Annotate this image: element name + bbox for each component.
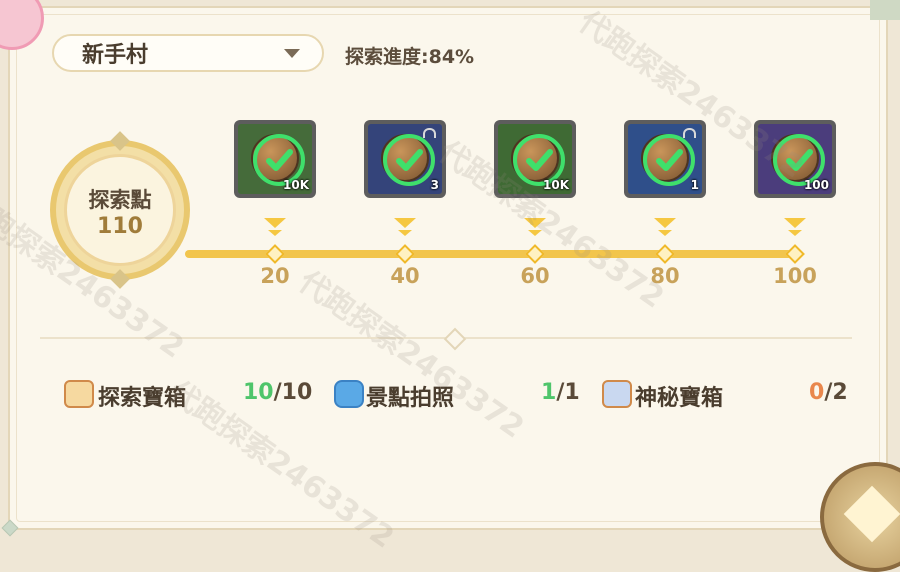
chevron-down-icon (284, 49, 300, 58)
camera-icon (334, 380, 364, 408)
mystery-chest-icon (602, 380, 632, 408)
reward-item-icon: 3 (368, 124, 442, 194)
milestone-arrow-icon (654, 218, 676, 228)
milestone-arrow-icon (658, 230, 672, 236)
claimed-check-icon (383, 134, 435, 186)
reward-item-icon: 10K (238, 124, 312, 194)
milestone-arrow-icon (784, 218, 806, 228)
exploration-points-medal: 探索點 110 (50, 131, 190, 289)
milestone-label: 40 (390, 264, 420, 288)
area-dropdown-label: 新手村 (82, 43, 149, 68)
stat-current-chests: 10 (243, 380, 274, 405)
stat-label-mystery: 神秘寶箱 (635, 386, 724, 411)
milestone-label: 100 (773, 264, 817, 288)
corner-ornament-bottom-left (1, 519, 19, 537)
lock-icon (423, 128, 436, 138)
milestone-arrow-icon (788, 230, 802, 236)
compass-star-icon (843, 485, 900, 543)
stat-current-mystery: 0 (809, 380, 825, 405)
milestone-arrow-icon (524, 218, 546, 228)
stat-label-photos: 景點拍照 (366, 386, 455, 411)
medal-value: 110 (97, 214, 143, 239)
stat-value-chests: 10/10 (243, 380, 312, 405)
reward-quantity: 1 (690, 178, 699, 192)
stat-total-photos: /1 (556, 380, 580, 405)
milestone-arrow-icon (394, 218, 416, 228)
reward-slot-60[interactable]: 10K (494, 120, 576, 198)
milestone-label: 60 (520, 264, 550, 288)
milestone-label: 80 (650, 264, 680, 288)
reward-quantity: 10K (543, 178, 569, 192)
reward-slot-40[interactable]: 3 (364, 120, 446, 198)
milestone-arrow-icon (264, 218, 286, 228)
stat-label-chests: 探索寶箱 (98, 386, 187, 411)
reward-item-icon: 10K (498, 124, 572, 194)
stat-value-mystery: 0/2 (809, 380, 848, 405)
stat-total-chests: /10 (273, 380, 313, 405)
reward-slot-80[interactable]: 1 (624, 120, 706, 198)
reward-item-icon: 100 (758, 124, 832, 194)
chest-icon (64, 380, 94, 408)
reward-item-icon: 1 (628, 124, 702, 194)
stat-current-photos: 1 (541, 380, 557, 405)
medal-title: 探索點 (88, 188, 152, 212)
reward-quantity: 3 (430, 178, 439, 192)
reward-slot-20[interactable]: 10K (234, 120, 316, 198)
claimed-check-icon (643, 134, 695, 186)
exploration-progress: 探索進度:84% (345, 46, 475, 68)
milestone-arrow-icon (398, 230, 412, 236)
stat-total-mystery: /2 (824, 380, 848, 405)
reward-quantity: 100 (803, 178, 829, 192)
area-dropdown[interactable]: 新手村 (52, 34, 324, 72)
milestone-arrow-icon (268, 230, 282, 236)
reward-slot-100[interactable]: 100 (754, 120, 836, 198)
milestone-label: 20 (260, 264, 290, 288)
reward-quantity: 10K (283, 178, 309, 192)
stat-value-photos: 1/1 (541, 380, 580, 405)
corner-decoration (870, 0, 900, 20)
milestone-arrow-icon (528, 230, 542, 236)
lock-icon (683, 128, 696, 138)
